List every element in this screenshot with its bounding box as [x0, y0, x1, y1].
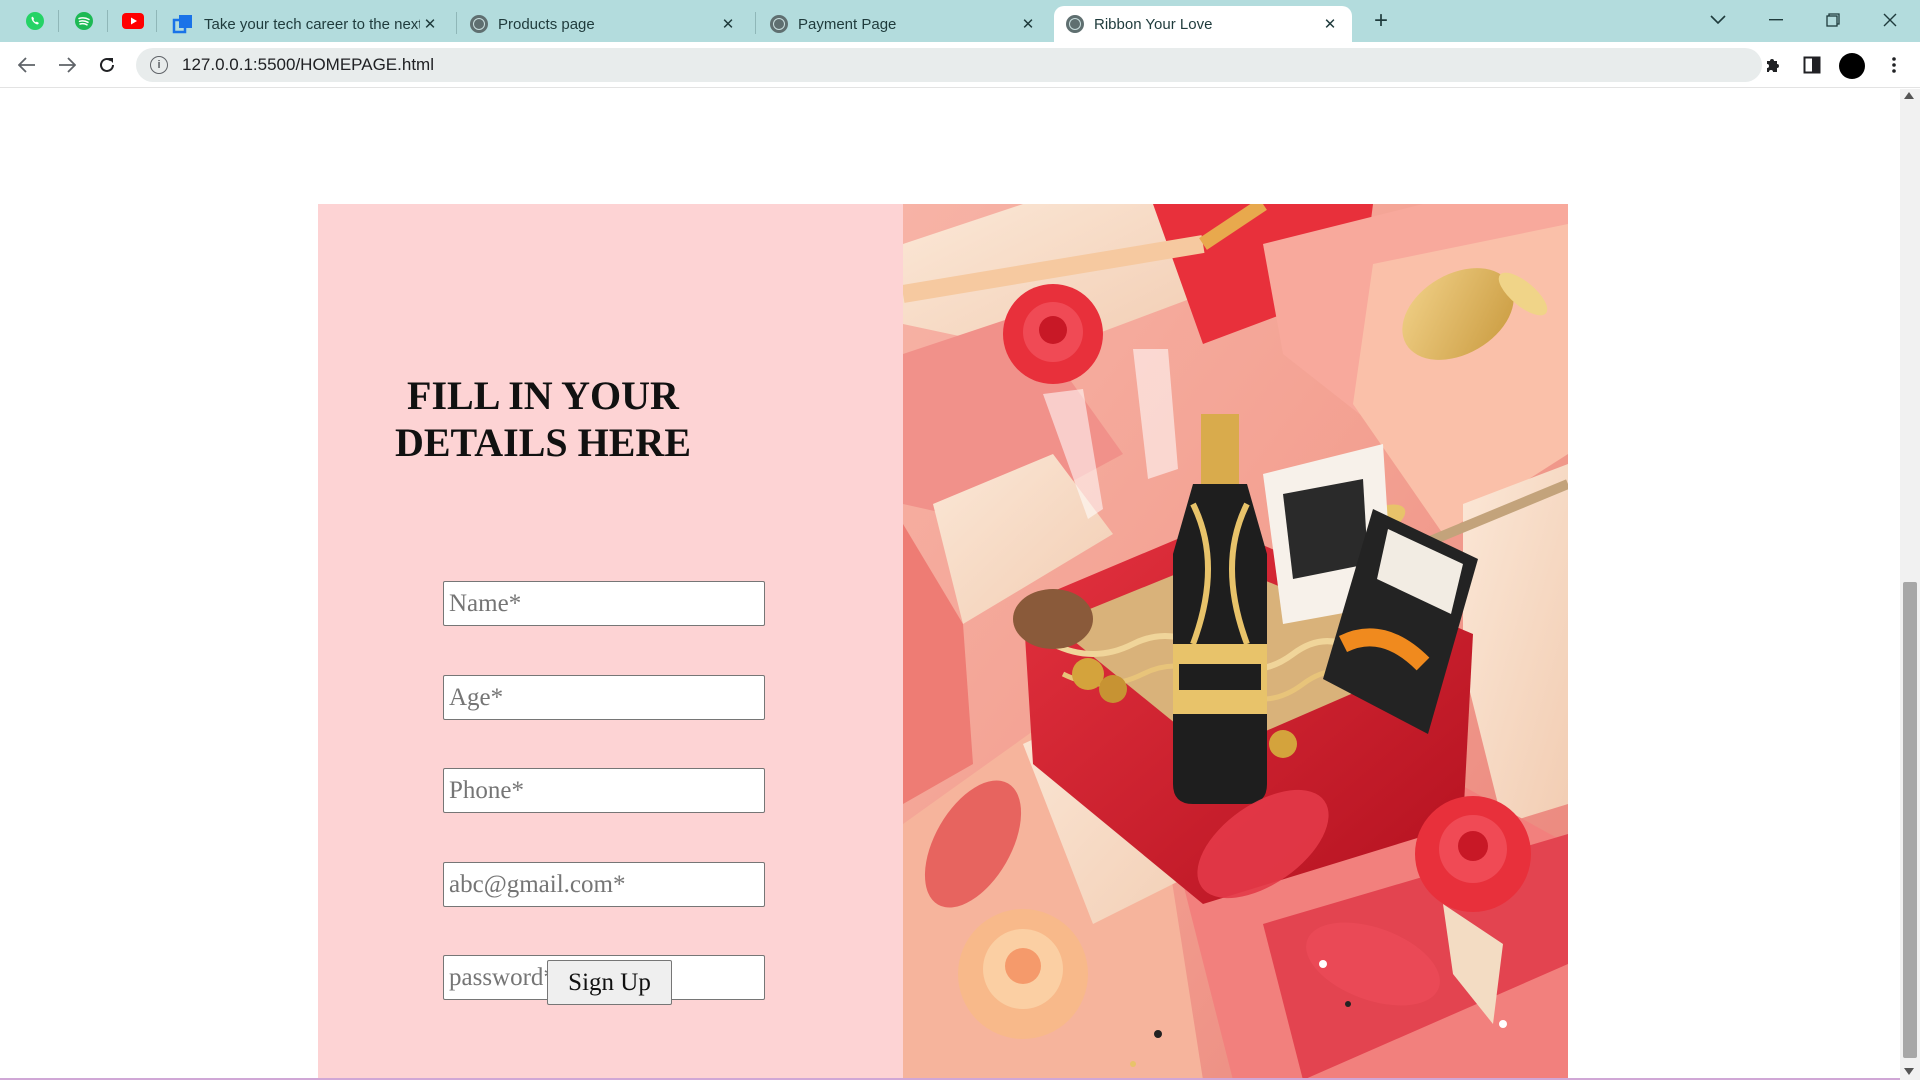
menu-kebab-icon[interactable]	[1878, 49, 1910, 81]
back-button[interactable]	[11, 49, 43, 81]
close-window-button[interactable]	[1862, 0, 1918, 40]
gift-hamper-image	[903, 204, 1568, 1080]
minimize-button[interactable]	[1748, 0, 1804, 40]
tab-payment-page[interactable]: Payment Page ✕	[758, 6, 1050, 42]
name-field[interactable]	[443, 581, 765, 626]
scrollbar-thumb[interactable]	[1903, 582, 1917, 1058]
globe-icon	[1066, 15, 1084, 33]
tab-tech-career[interactable]: Take your tech career to the next ✕	[160, 6, 452, 42]
whatsapp-tab[interactable]	[18, 6, 52, 36]
youtube-tab[interactable]	[116, 6, 150, 36]
tab-title: Payment Page	[798, 15, 897, 33]
reload-button[interactable]	[91, 49, 123, 81]
chevron-down-icon	[1710, 15, 1726, 25]
phone-field[interactable]	[443, 768, 765, 813]
address-bar[interactable]: i 127.0.0.1:5500/HOMEPAGE.html	[136, 48, 1762, 82]
close-tab-icon[interactable]: ✕	[420, 14, 440, 34]
form-title: FILL IN YOUR DETAILS HERE	[394, 373, 691, 465]
tab-strip: Take your tech career to the next ✕ Prod…	[0, 0, 1920, 42]
back-arrow-icon	[18, 57, 35, 73]
close-tab-icon[interactable]: ✕	[1018, 14, 1038, 34]
signup-section: FILL IN YOUR DETAILS HERE	[318, 204, 1568, 1080]
tab-ribbon-your-love[interactable]: Ribbon Your Love ✕	[1054, 6, 1352, 42]
youtube-icon	[122, 13, 144, 29]
sign-up-button[interactable]: Sign Up	[547, 960, 672, 1005]
tab-title: Take your tech career to the next	[204, 15, 420, 33]
tab-title: Ribbon Your Love	[1094, 15, 1213, 33]
tab-search-button[interactable]	[1690, 0, 1746, 40]
scroll-up-arrow-icon[interactable]	[1904, 92, 1914, 99]
spotify-tab[interactable]	[67, 6, 101, 36]
profile-avatar[interactable]	[1839, 53, 1865, 79]
age-field[interactable]	[443, 675, 765, 720]
url-text: 127.0.0.1:5500/HOMEPAGE.html	[182, 55, 434, 74]
reload-icon	[100, 57, 114, 72]
tab-products-page[interactable]: Products page ✕	[458, 6, 750, 42]
whatsapp-icon	[26, 12, 44, 30]
side-panel-icon[interactable]	[1796, 49, 1828, 81]
minimize-icon	[1769, 19, 1783, 21]
globe-icon	[470, 15, 488, 33]
signup-form-panel: FILL IN YOUR DETAILS HERE	[318, 204, 903, 1080]
spotify-icon	[75, 12, 93, 30]
restore-icon	[1826, 13, 1840, 27]
globe-icon	[770, 15, 788, 33]
forward-arrow-icon	[59, 57, 76, 73]
tab-title: Products page	[498, 15, 595, 33]
new-tab-button[interactable]: +	[1366, 6, 1396, 36]
page-viewport: FILL IN YOUR DETAILS HERE Name* Age* Pho…	[0, 89, 1900, 1080]
site-logo-icon	[172, 15, 192, 34]
restore-button[interactable]	[1805, 0, 1861, 40]
browser-toolbar: i 127.0.0.1:5500/HOMEPAGE.html	[0, 42, 1920, 111]
site-info-icon[interactable]: i	[150, 56, 168, 74]
close-tab-icon[interactable]: ✕	[1320, 14, 1340, 34]
close-icon	[1883, 13, 1897, 27]
scroll-down-arrow-icon[interactable]	[1904, 1068, 1914, 1075]
forward-button[interactable]	[51, 49, 83, 81]
email-field[interactable]	[443, 862, 765, 907]
extensions-icon[interactable]	[1757, 49, 1789, 81]
close-tab-icon[interactable]: ✕	[718, 14, 738, 34]
